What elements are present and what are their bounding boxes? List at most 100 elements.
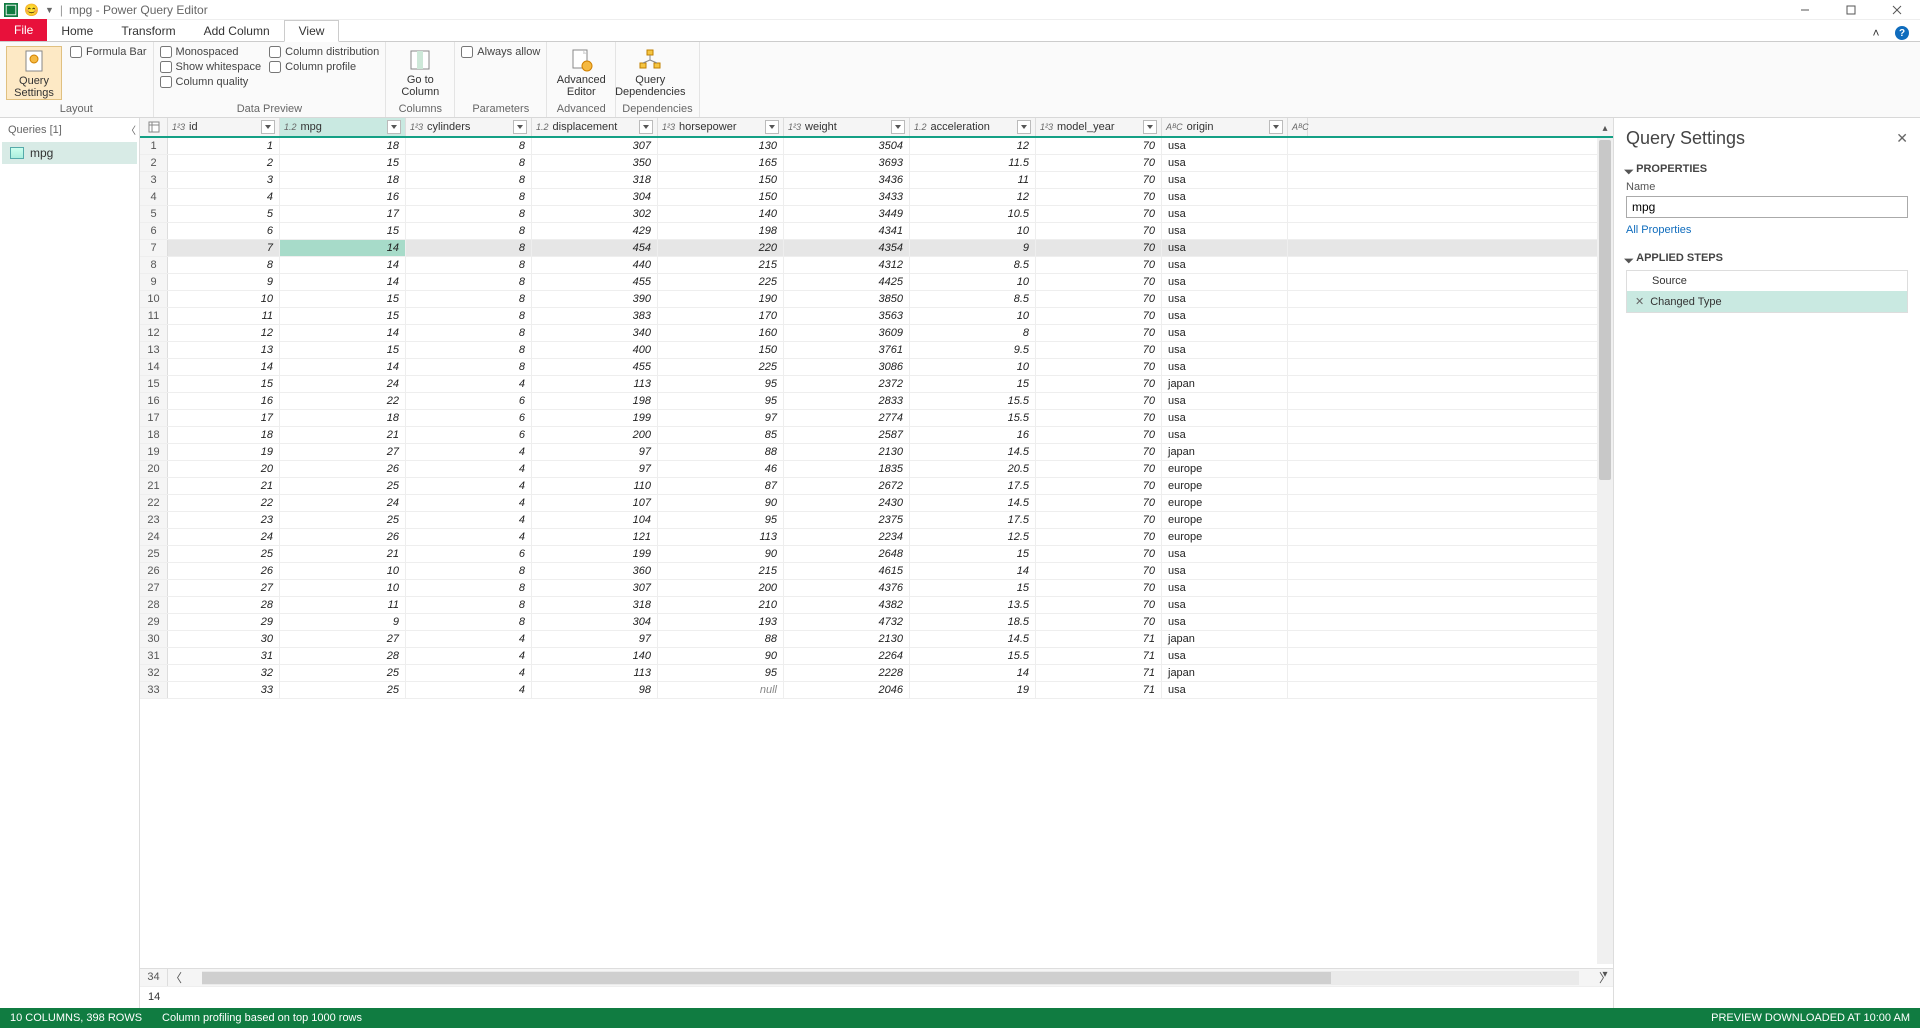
cell-disp[interactable]: 304 (532, 614, 658, 630)
cell-my[interactable]: 70 (1036, 376, 1162, 392)
goto-column-button[interactable]: Go to Column (392, 46, 448, 98)
cell-wt[interactable]: 4425 (784, 274, 910, 290)
cell-org[interactable]: usa (1162, 257, 1288, 273)
cell-disp[interactable]: 97 (532, 461, 658, 477)
cell-hp[interactable]: 113 (658, 529, 784, 545)
cell-acc[interactable]: 15 (910, 376, 1036, 392)
cell-id[interactable]: 7 (168, 240, 280, 256)
formula-bar-checkbox[interactable]: Formula Bar (70, 46, 147, 58)
cell-wt[interactable]: 2774 (784, 410, 910, 426)
cell-hp[interactable]: 90 (658, 648, 784, 664)
cell-wt[interactable]: 2430 (784, 495, 910, 511)
cell-org[interactable]: japan (1162, 665, 1288, 681)
cell-my[interactable]: 70 (1036, 172, 1162, 188)
cell-hp[interactable]: 85 (658, 427, 784, 443)
cell-hp[interactable]: 215 (658, 257, 784, 273)
vertical-scrollbar[interactable]: ▴ ▾ (1597, 138, 1613, 964)
column-filter-button[interactable] (1269, 120, 1283, 134)
cell-disp[interactable]: 307 (532, 580, 658, 596)
cell-cyl[interactable]: 8 (406, 172, 532, 188)
cell-wt[interactable]: 2234 (784, 529, 910, 545)
cell-org[interactable]: usa (1162, 223, 1288, 239)
row-number[interactable]: 5 (140, 206, 168, 222)
applied-step[interactable]: ✕Changed Type (1627, 291, 1907, 312)
cell-mpg[interactable]: 18 (280, 138, 406, 154)
cell-my[interactable]: 70 (1036, 495, 1162, 511)
cell-wt[interactable]: 3563 (784, 308, 910, 324)
cell-cyl[interactable]: 8 (406, 206, 532, 222)
cell-org[interactable]: japan (1162, 444, 1288, 460)
cell-org[interactable]: usa (1162, 648, 1288, 664)
row-number-header[interactable] (140, 118, 168, 136)
cell-cyl[interactable]: 4 (406, 444, 532, 460)
cell-hp[interactable]: 95 (658, 665, 784, 681)
collapse-ribbon-icon[interactable]: ˄ (1868, 25, 1884, 41)
table-row[interactable]: 12121483401603609870usa (140, 325, 1613, 342)
cell-hp[interactable]: 225 (658, 359, 784, 375)
column-header-org[interactable]: AᴮCorigin (1162, 118, 1288, 136)
maximize-button[interactable] (1828, 0, 1874, 20)
table-row[interactable]: 111115838317035631070usa (140, 308, 1613, 325)
cell-cyl[interactable]: 4 (406, 631, 532, 647)
cell-acc[interactable]: 12 (910, 138, 1036, 154)
cell-hp[interactable]: 95 (658, 393, 784, 409)
cell-acc[interactable]: 14.5 (910, 444, 1036, 460)
cell-id[interactable]: 19 (168, 444, 280, 460)
cell-acc[interactable]: 15.5 (910, 410, 1036, 426)
column-filter-button[interactable] (891, 120, 905, 134)
cell-hp[interactable]: 88 (658, 444, 784, 460)
cell-mpg[interactable]: 15 (280, 155, 406, 171)
delete-step-icon[interactable]: ✕ (1635, 295, 1644, 308)
cell-hp[interactable]: 215 (658, 563, 784, 579)
cell-id[interactable]: 2 (168, 155, 280, 171)
cell-cyl[interactable]: 8 (406, 308, 532, 324)
cell-acc[interactable]: 10 (910, 274, 1036, 290)
cell-my[interactable]: 70 (1036, 597, 1162, 613)
row-number[interactable]: 14 (140, 359, 168, 375)
row-number[interactable]: 1 (140, 138, 168, 154)
cell-org[interactable]: usa (1162, 580, 1288, 596)
row-number[interactable]: 19 (140, 444, 168, 460)
cell-acc[interactable]: 16 (910, 427, 1036, 443)
cell-hp[interactable]: 200 (658, 580, 784, 596)
column-filter-button[interactable] (639, 120, 653, 134)
cell-mpg[interactable]: 25 (280, 665, 406, 681)
cell-hp[interactable]: 170 (658, 308, 784, 324)
cell-wt[interactable]: 3693 (784, 155, 910, 171)
cell-cyl[interactable]: 4 (406, 665, 532, 681)
cell-cyl[interactable]: 8 (406, 563, 532, 579)
cell-my[interactable]: 70 (1036, 155, 1162, 171)
row-number[interactable]: 31 (140, 648, 168, 664)
cell-cyl[interactable]: 8 (406, 359, 532, 375)
table-row[interactable]: 771484542204354970usa (140, 240, 1613, 257)
cell-hp[interactable]: 88 (658, 631, 784, 647)
cell-org[interactable]: europe (1162, 461, 1288, 477)
cell-hp[interactable]: 95 (658, 512, 784, 528)
close-button[interactable] (1874, 0, 1920, 20)
cell-disp[interactable]: 307 (532, 138, 658, 154)
table-row[interactable]: 32322541139522281471japan (140, 665, 1613, 682)
cell-disp[interactable]: 383 (532, 308, 658, 324)
cell-org[interactable]: japan (1162, 376, 1288, 392)
table-row[interactable]: 3318831815034361170usa (140, 172, 1613, 189)
cell-hp[interactable]: 46 (658, 461, 784, 477)
cell-id[interactable]: 25 (168, 546, 280, 562)
cell-org[interactable]: usa (1162, 597, 1288, 613)
cell-acc[interactable]: 12.5 (910, 529, 1036, 545)
column-distribution-checkbox[interactable]: Column distribution (269, 46, 379, 58)
cell-disp[interactable]: 304 (532, 189, 658, 205)
cell-org[interactable]: usa (1162, 138, 1288, 154)
cell-acc[interactable]: 20.5 (910, 461, 1036, 477)
cell-disp[interactable]: 455 (532, 359, 658, 375)
cell-acc[interactable]: 9 (910, 240, 1036, 256)
cell-my[interactable]: 70 (1036, 223, 1162, 239)
cell-org[interactable]: usa (1162, 291, 1288, 307)
column-filter-button[interactable] (387, 120, 401, 134)
cell-disp[interactable]: 98 (532, 682, 658, 698)
row-number[interactable]: 11 (140, 308, 168, 324)
cell-hp[interactable]: 220 (658, 240, 784, 256)
column-filter-button[interactable] (1143, 120, 1157, 134)
advanced-editor-button[interactable]: Advanced Editor (553, 46, 609, 98)
cell-wt[interactable]: 2372 (784, 376, 910, 392)
cell-disp[interactable]: 121 (532, 529, 658, 545)
